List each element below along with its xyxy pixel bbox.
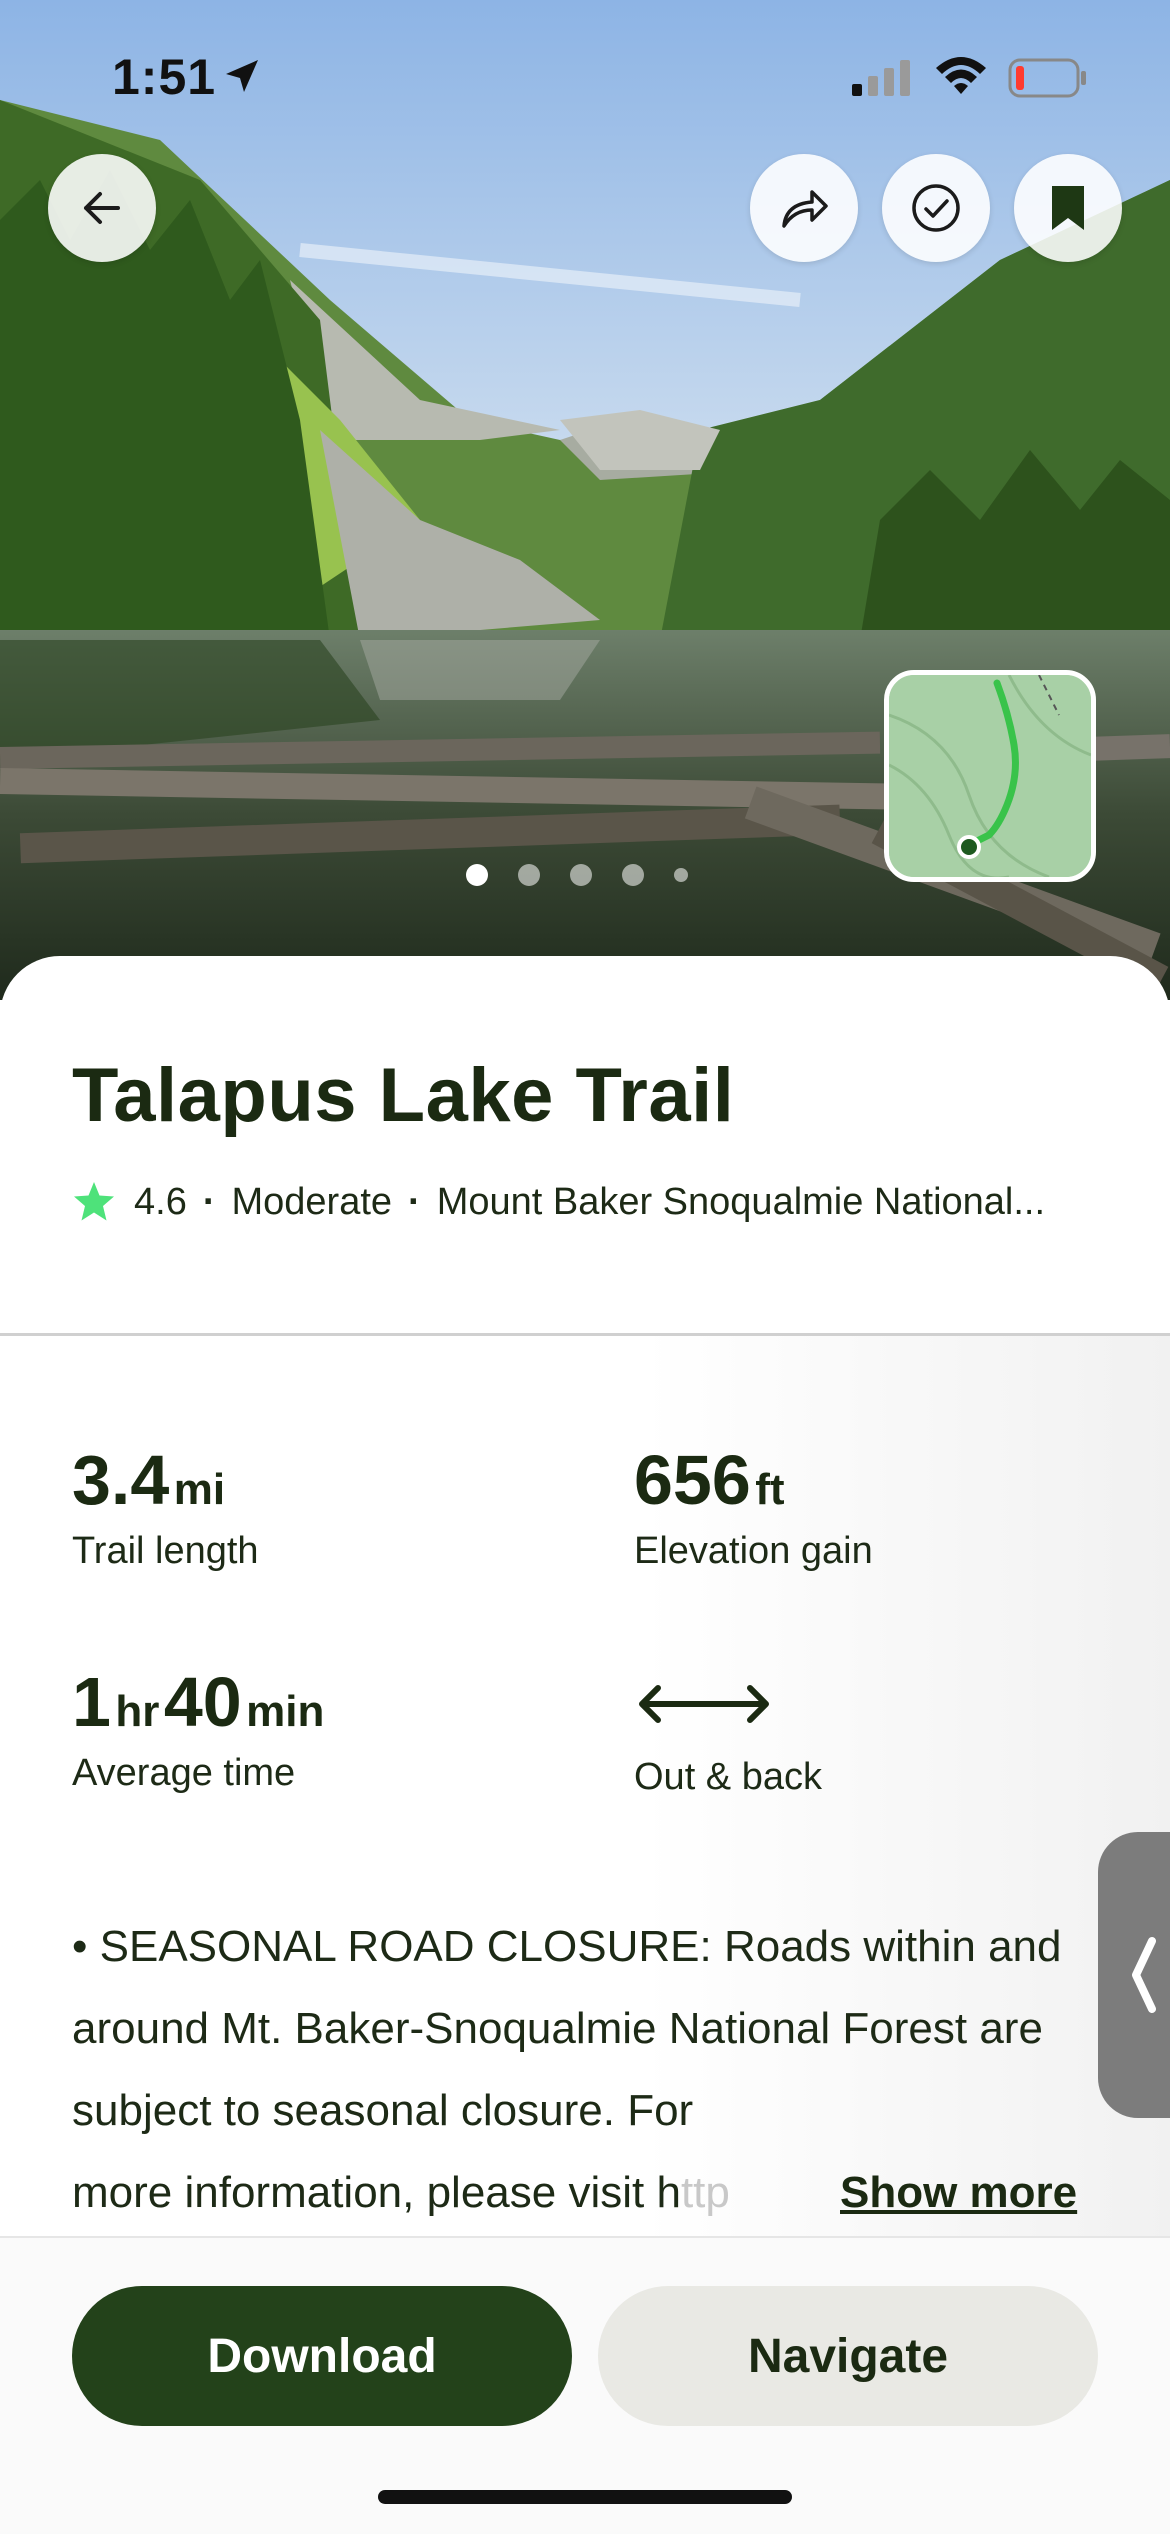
status-time: 1:51	[112, 49, 217, 105]
stat-average-time: 1 hr 40 min Average time	[72, 1662, 324, 1795]
pager-dot[interactable]	[622, 864, 644, 886]
trail-difficulty: Moderate	[231, 1180, 393, 1223]
time-hours: 1	[72, 1663, 111, 1741]
status-bar: 1:51	[0, 0, 1170, 150]
share-button[interactable]	[750, 154, 858, 262]
time-minutes: 40	[163, 1663, 242, 1741]
separator-dot: ·	[202, 1180, 216, 1223]
elevation-unit: ft	[755, 1465, 785, 1514]
download-button[interactable]: Download	[72, 2286, 572, 2426]
bookmark-icon	[1052, 186, 1084, 230]
trail-title: Talapus Lake Trail	[72, 1053, 735, 1138]
route-label: Out & back	[634, 1756, 822, 1798]
time-hours-unit: hr	[115, 1687, 160, 1736]
length-value: 3.4	[72, 1441, 170, 1519]
elevation-label: Elevation gain	[634, 1530, 873, 1572]
navigate-button[interactable]: Navigate	[598, 2286, 1098, 2426]
bookmark-button[interactable]	[1014, 154, 1122, 262]
home-indicator[interactable]	[378, 2490, 792, 2504]
trail-map-thumbnail[interactable]	[884, 670, 1096, 882]
star-icon	[74, 1182, 114, 1221]
show-more-link[interactable]: Show more	[840, 2152, 1077, 2234]
location-arrow-icon	[226, 60, 258, 92]
description-last-line: more information, please visit h	[72, 2168, 681, 2217]
stat-elevation-gain: 656 ft Elevation gain	[634, 1440, 873, 1573]
battery-low-icon	[1008, 58, 1086, 98]
share-arrow-icon	[782, 190, 828, 228]
pager-dot[interactable]	[466, 864, 488, 886]
side-drawer-handle[interactable]	[1098, 1832, 1170, 2118]
arrow-left-icon	[84, 192, 120, 224]
trail-location[interactable]: Mount Baker Snoqualmie National...	[437, 1181, 1045, 1224]
time-label: Average time	[72, 1752, 296, 1794]
pager-dot[interactable]	[518, 864, 540, 886]
topo-map-image	[889, 675, 1091, 877]
trail-description: • SEASONAL ROAD CLOSURE: Roads within an…	[72, 1922, 1062, 2135]
mark-completed-button[interactable]	[882, 154, 990, 262]
length-unit: mi	[173, 1465, 226, 1514]
elevation-value: 656	[634, 1441, 751, 1519]
photo-pager[interactable]	[466, 864, 688, 886]
length-label: Trail length	[72, 1530, 259, 1572]
cell-signal-icon	[852, 60, 910, 96]
wifi-icon	[936, 57, 986, 94]
time-minutes-unit: min	[246, 1687, 325, 1736]
pager-dot[interactable]	[570, 864, 592, 886]
hero-photo[interactable]: 1:51	[0, 0, 1170, 1000]
trail-rating: 4.6	[134, 1180, 187, 1223]
stat-route-type: Out & back	[634, 1662, 822, 1799]
pager-dot[interactable]	[674, 868, 688, 882]
stat-trail-length: 3.4 mi Trail length	[72, 1440, 259, 1573]
trail-description-truncated: more information, please visit http	[72, 2152, 730, 2234]
chevron-left-icon	[1132, 1937, 1156, 2013]
back-button[interactable]	[48, 154, 156, 262]
description-fade: ttp	[680, 2168, 730, 2217]
trail-meta-row: 4.6 · Moderate · Mount Baker Snoqualmie …	[72, 1180, 1045, 1224]
check-circle-icon	[912, 184, 960, 232]
double-arrow-icon	[639, 1685, 769, 1723]
separator-dot: ·	[408, 1180, 421, 1223]
